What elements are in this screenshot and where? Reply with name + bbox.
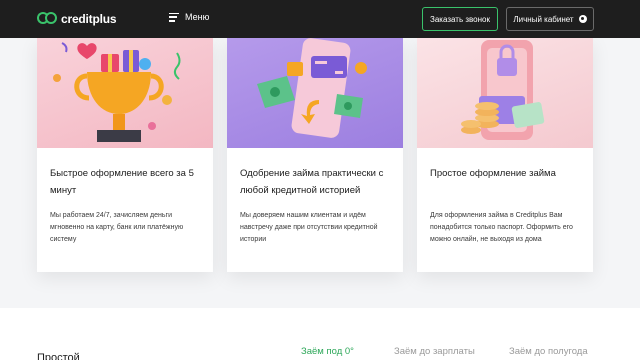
card-text: Для оформления займа в Creditplus Вам по… xyxy=(430,212,573,243)
personal-cabinet-label: Личный кабинет xyxy=(513,14,574,24)
card-title: Одобрение займа практически с любой кред… xyxy=(240,168,384,196)
section-title: Простой xyxy=(37,352,80,360)
logo-icon xyxy=(37,10,57,28)
feature-card-simple: Простое оформление займа Для оформления … xyxy=(417,38,593,272)
menu-button[interactable]: Меню xyxy=(169,12,209,22)
creditplus-logo[interactable]: creditplus xyxy=(37,10,117,28)
phone-money-illustration xyxy=(227,38,403,148)
card-title: Быстрое оформление всего за 5 минут xyxy=(50,168,194,196)
card-title: Простое оформление займа xyxy=(430,168,556,179)
header: creditplus Меню Заказать звонок Личный к… xyxy=(0,0,640,38)
card-text: Мы работаем 24/7, зачисляем деньги мгнов… xyxy=(50,212,184,243)
menu-icon xyxy=(169,12,179,22)
feature-card-fast: Быстрое оформление всего за 5 минут Мы р… xyxy=(37,38,213,272)
tab-loan-zero[interactable]: Заём под 0° xyxy=(301,346,354,357)
tab-loan-half-year[interactable]: Заём до полугода xyxy=(509,346,588,357)
user-icon xyxy=(578,15,587,23)
call-request-button[interactable]: Заказать звонок xyxy=(422,7,498,31)
personal-cabinet-button[interactable]: Личный кабинет xyxy=(506,7,594,31)
menu-label: Меню xyxy=(185,12,210,22)
phone-lock-coins-illustration xyxy=(417,38,593,148)
logo-text: creditplus xyxy=(61,12,117,26)
card-text: Мы доверяем нашим клиентам и идём навстр… xyxy=(240,212,378,243)
trophy-gifts-illustration xyxy=(37,38,213,148)
feature-card-approval: Одобрение займа практически с любой кред… xyxy=(227,38,403,272)
tab-loan-salary[interactable]: Заём до зарплаты xyxy=(394,346,475,357)
